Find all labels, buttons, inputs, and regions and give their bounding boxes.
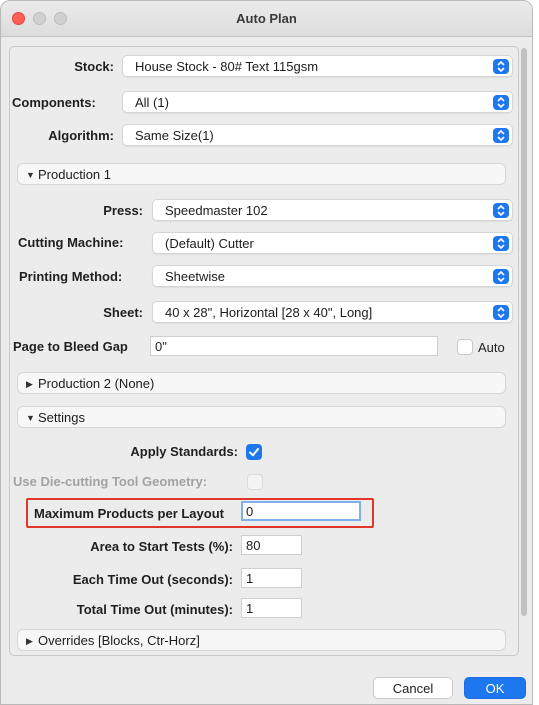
max-products-label: Maximum Products per Layout xyxy=(34,506,224,521)
cutting-machine-select[interactable]: (Default) Cutter xyxy=(152,232,513,254)
stock-popup-arrows-icon xyxy=(493,59,509,74)
page-to-bleed-gap-input[interactable]: 0" xyxy=(150,336,438,356)
max-products-input[interactable]: 0 xyxy=(241,501,361,521)
algorithm-popup-arrows-icon xyxy=(493,128,509,143)
die-cutting-geometry-checkbox[interactable] xyxy=(247,474,263,490)
components-value: All (1) xyxy=(135,95,169,110)
total-timeout-input[interactable]: 1 xyxy=(241,598,302,618)
disclosure-collapsed-icon: ▶ xyxy=(26,636,33,646)
cutting-machine-popup-arrows-icon xyxy=(493,236,509,251)
press-select[interactable]: Speedmaster 102 xyxy=(152,199,513,221)
cutting-machine-label: Cutting Machine: xyxy=(18,235,124,250)
sheet-value: 40 x 28", Horizontal [28 x 40", Long] xyxy=(165,305,373,320)
settings-header: Settings xyxy=(38,410,85,425)
overrides-disclosure[interactable]: ▶ Overrides [Blocks, Ctr-Horz] xyxy=(17,629,506,651)
ok-button[interactable]: OK xyxy=(464,677,526,699)
stock-value: House Stock - 80# Text 115gsm xyxy=(135,59,319,74)
components-select[interactable]: All (1) xyxy=(122,91,513,113)
page-to-bleed-gap-label: Page to Bleed Gap xyxy=(13,339,128,354)
printing-method-value: Sheetwise xyxy=(165,269,225,284)
apply-standards-checkbox[interactable] xyxy=(246,444,262,460)
components-label: Components: xyxy=(12,95,96,110)
die-cutting-geometry-label: Use Die-cutting Tool Geometry: xyxy=(13,474,208,489)
checkmark-icon xyxy=(249,448,259,457)
window-title: Auto Plan xyxy=(236,11,297,26)
press-value: Speedmaster 102 xyxy=(165,203,268,218)
scrollbar-thumb[interactable] xyxy=(521,48,527,616)
each-timeout-input[interactable]: 1 xyxy=(241,568,302,588)
production-1-header: Production 1 xyxy=(38,167,111,182)
sheet-select[interactable]: 40 x 28", Horizontal [28 x 40", Long] xyxy=(152,301,513,323)
each-timeout-label: Each Time Out (seconds): xyxy=(72,572,233,587)
auto-label: Auto xyxy=(478,340,505,355)
stock-select[interactable]: House Stock - 80# Text 115gsm xyxy=(122,55,513,77)
production-2-header: Production 2 (None) xyxy=(38,376,155,391)
total-timeout-label: Total Time Out (minutes): xyxy=(76,602,233,617)
sheet-label: Sheet: xyxy=(103,305,143,320)
algorithm-label: Algorithm: xyxy=(48,128,114,143)
disclosure-collapsed-icon: ▶ xyxy=(26,379,33,389)
cancel-button[interactable]: Cancel xyxy=(373,677,453,699)
algorithm-select[interactable]: Same Size(1) xyxy=(122,124,513,146)
production-1-disclosure[interactable]: ▼ Production 1 xyxy=(17,163,506,185)
press-popup-arrows-icon xyxy=(493,203,509,218)
printing-method-select[interactable]: Sheetwise xyxy=(152,265,513,287)
overrides-header: Overrides [Blocks, Ctr-Horz] xyxy=(38,633,200,648)
title-bar: Auto Plan xyxy=(1,1,532,37)
settings-disclosure[interactable]: ▼ Settings xyxy=(17,406,506,428)
components-popup-arrows-icon xyxy=(493,95,509,110)
printing-method-popup-arrows-icon xyxy=(493,269,509,284)
area-to-start-tests-input[interactable]: 80 xyxy=(241,535,302,555)
sheet-popup-arrows-icon xyxy=(493,305,509,320)
algorithm-value: Same Size(1) xyxy=(135,128,214,143)
production-2-disclosure[interactable]: ▶ Production 2 (None) xyxy=(17,372,506,394)
vertical-scrollbar[interactable] xyxy=(520,46,528,656)
disclosure-expanded-icon: ▼ xyxy=(26,170,35,180)
cutting-machine-value: (Default) Cutter xyxy=(165,236,254,251)
auto-checkbox[interactable] xyxy=(457,339,473,355)
apply-standards-label: Apply Standards: xyxy=(130,444,238,459)
auto-plan-dialog: Auto Plan Stock: House Stock - 80# Text … xyxy=(0,0,533,705)
stock-label: Stock: xyxy=(74,59,114,74)
printing-method-label: Printing Method: xyxy=(19,269,123,284)
press-label: Press: xyxy=(103,203,143,218)
disclosure-expanded-icon: ▼ xyxy=(26,413,35,423)
area-to-start-tests-label: Area to Start Tests (%): xyxy=(90,539,233,554)
